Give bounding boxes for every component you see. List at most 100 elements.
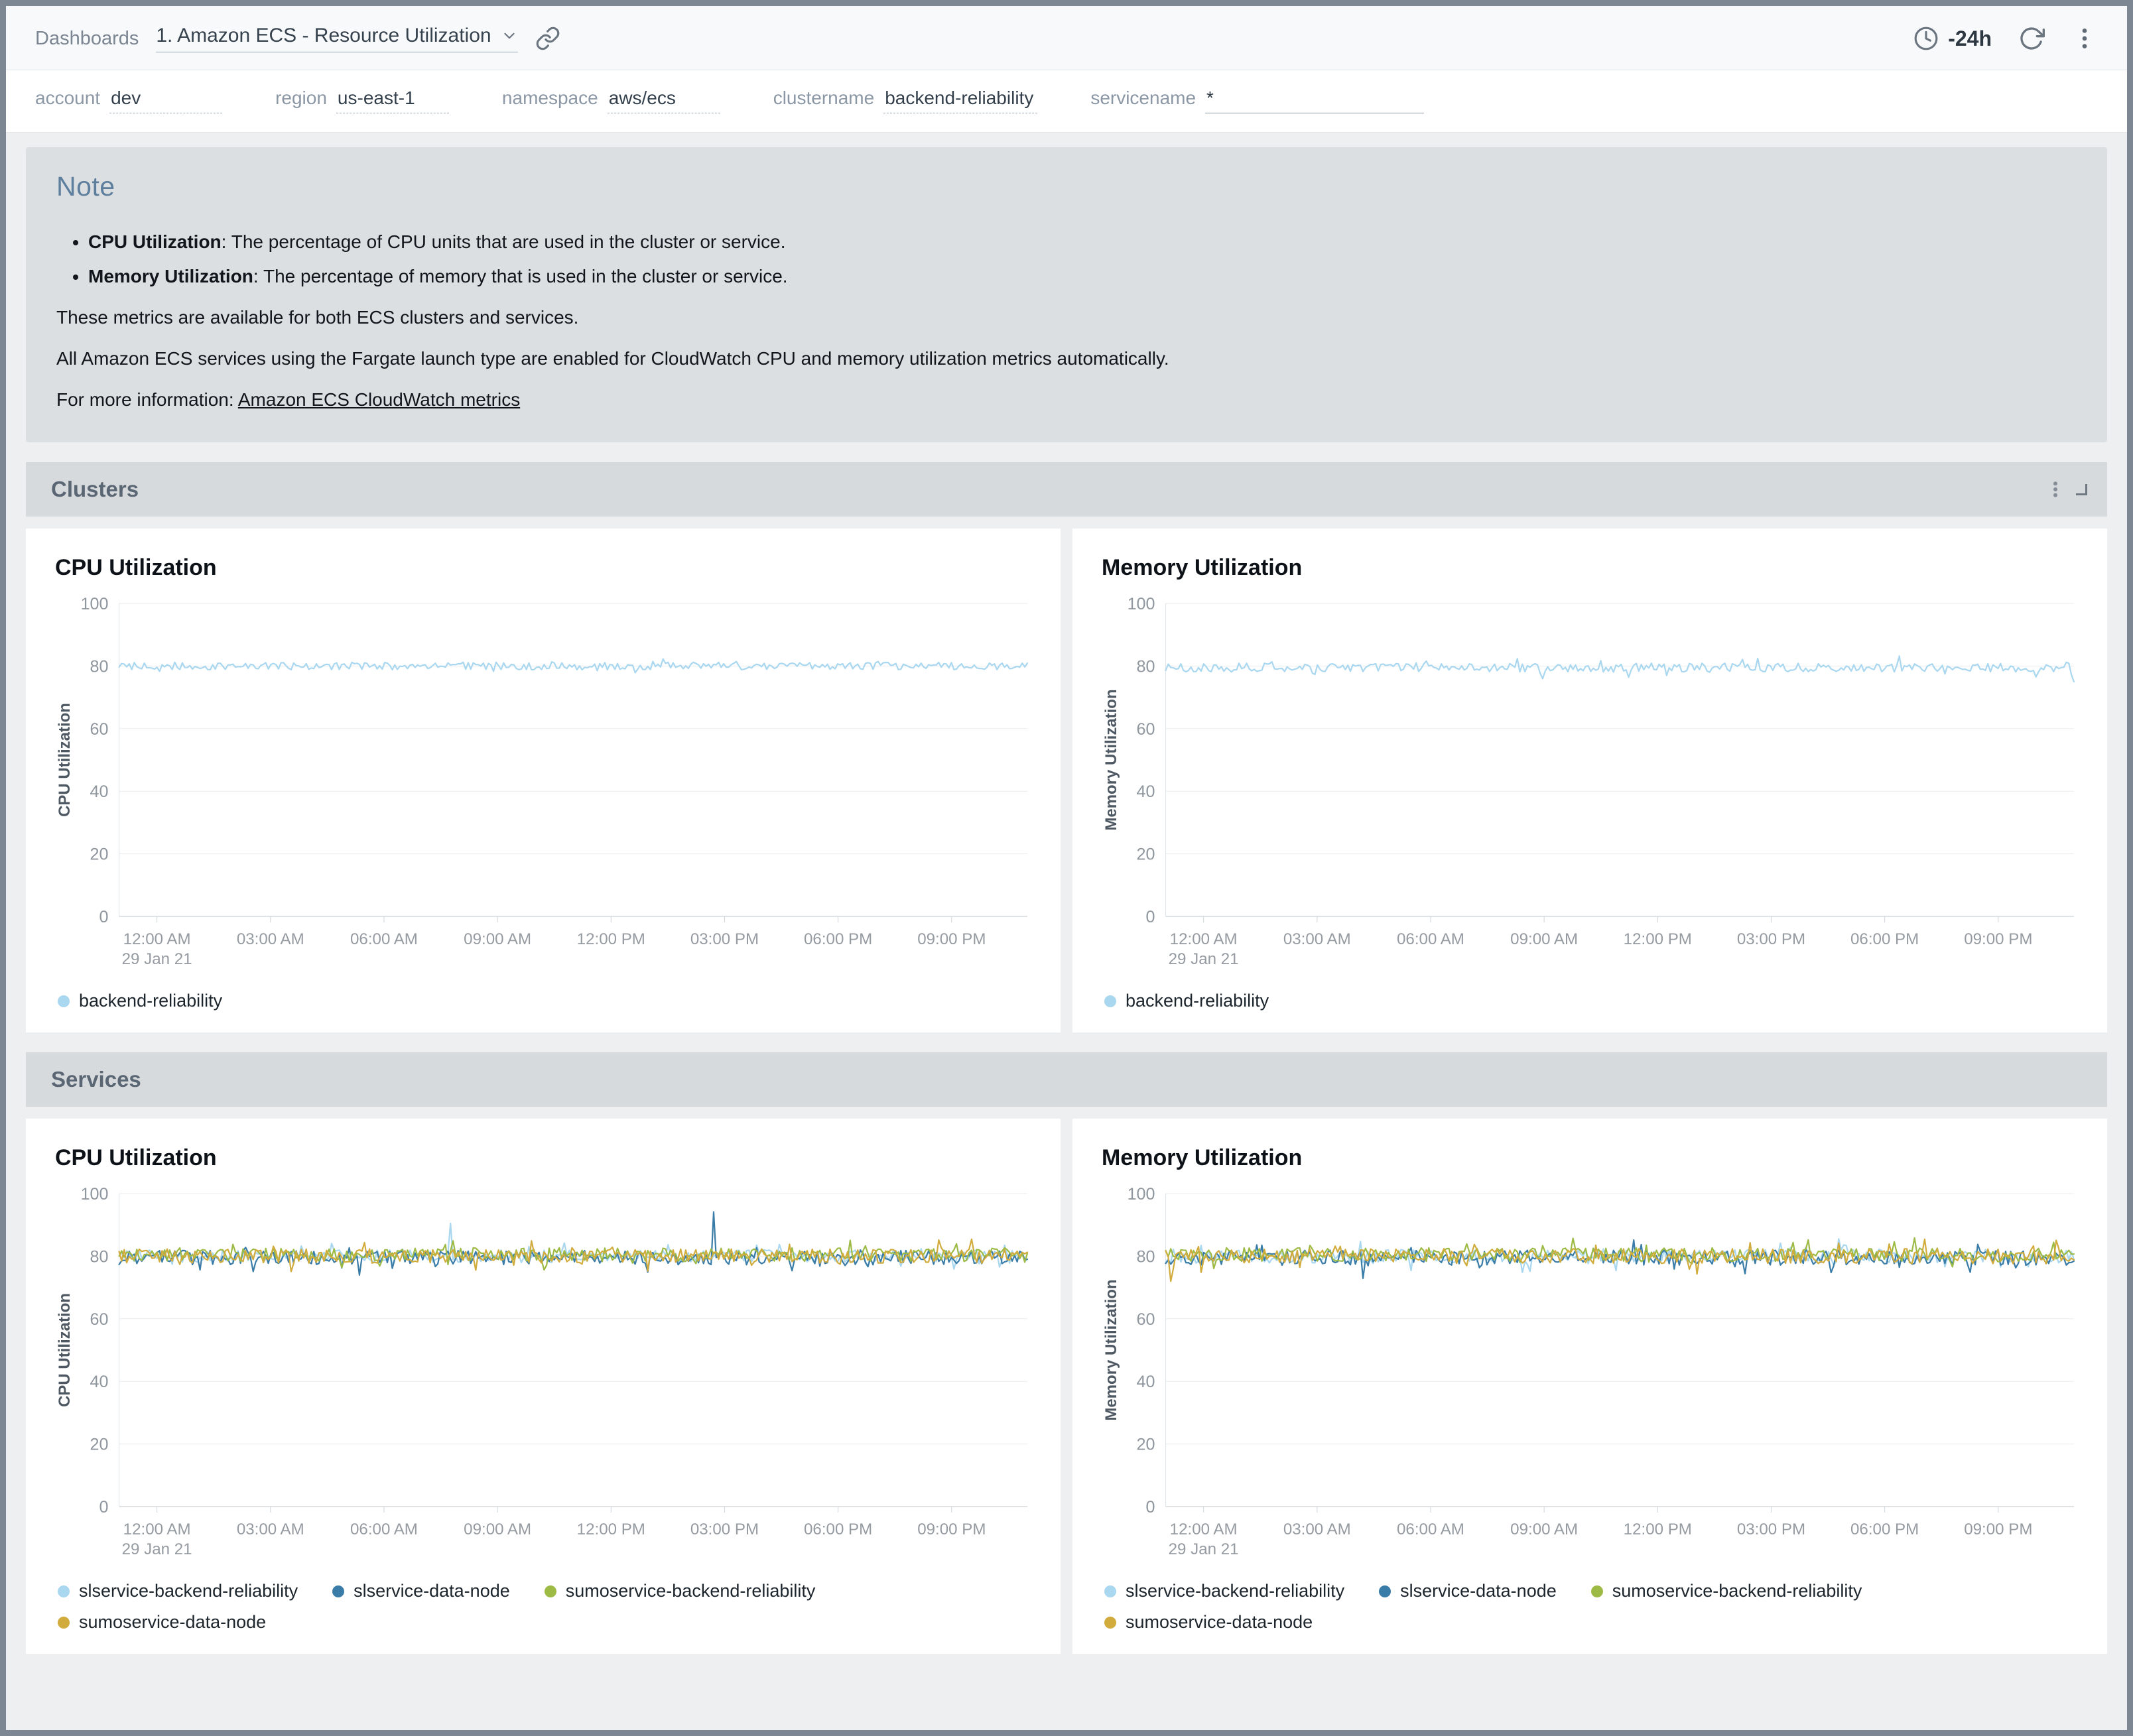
svg-text:09:00 AM: 09:00 AM [464, 1520, 531, 1538]
svg-text:29 Jan 21: 29 Jan 21 [1169, 1540, 1239, 1558]
link-icon[interactable] [535, 26, 560, 51]
filter-value-servicename[interactable]: * [1205, 88, 1424, 113]
kebab-icon[interactable] [2071, 25, 2098, 52]
clusters-cpu-chart[interactable]: 020406080100CPU Utilization12:00 AM29 Ja… [50, 593, 1037, 977]
svg-text:09:00 AM: 09:00 AM [1510, 1520, 1578, 1538]
chart-title: Memory Utilization [1102, 555, 2083, 581]
filter-label: servicename [1090, 88, 1196, 109]
services-memory-panel: Memory Utilization 020406080100Memory Ut… [1072, 1119, 2107, 1654]
legend-label: slservice-backend-reliability [1126, 1581, 1344, 1601]
svg-text:100: 100 [1128, 595, 1155, 613]
legend-swatch-icon [1104, 1585, 1116, 1597]
legend-item[interactable]: sumoservice-backend-reliability [1591, 1581, 1862, 1601]
legend-item[interactable]: backend-reliability [1104, 991, 1269, 1011]
legend-swatch-icon [1104, 1617, 1116, 1629]
note-bullet-text: : The percentage of memory that is used … [253, 266, 788, 286]
services-cpu-chart[interactable]: 020406080100CPU Utilization12:00 AM29 Ja… [50, 1183, 1037, 1568]
svg-text:12:00 PM: 12:00 PM [1624, 1520, 1692, 1538]
topbar: Dashboards 1. Amazon ECS - Resource Util… [6, 6, 2127, 70]
svg-text:06:00 PM: 06:00 PM [804, 930, 872, 948]
note-bullet-text: : The percentage of CPU units that are u… [222, 231, 786, 252]
legend-item[interactable]: slservice-backend-reliability [58, 1581, 298, 1601]
filter-bar: account dev region us-east-1 namespace a… [6, 70, 2127, 133]
legend-item[interactable]: sumoservice-data-node [58, 1612, 266, 1633]
svg-text:06:00 AM: 06:00 AM [1397, 930, 1464, 948]
legend-item[interactable]: slservice-data-node [332, 1581, 510, 1601]
note-title: Note [56, 171, 2077, 202]
legend-label: backend-reliability [1126, 991, 1269, 1011]
legend-label: sumoservice-data-node [79, 1612, 266, 1633]
svg-text:03:00 PM: 03:00 PM [690, 1520, 759, 1538]
legend-swatch-icon [58, 995, 70, 1007]
clock-icon [1913, 26, 1939, 51]
filter-namespace: namespace aws/ecs [502, 88, 720, 113]
note-paragraph: All Amazon ECS services using the Fargat… [56, 348, 2077, 369]
legend-item[interactable]: slservice-data-node [1379, 1581, 1557, 1601]
filter-value-clustername[interactable]: backend-reliability [883, 88, 1037, 113]
refresh-icon[interactable] [2018, 25, 2045, 52]
svg-text:29 Jan 21: 29 Jan 21 [122, 950, 192, 968]
legend-swatch-icon [1591, 1585, 1603, 1597]
svg-text:09:00 PM: 09:00 PM [1964, 1520, 2032, 1538]
legend-item[interactable]: backend-reliability [58, 991, 222, 1011]
svg-text:CPU Utilization: CPU Utilization [56, 1293, 74, 1407]
legend-label: slservice-data-node [1400, 1581, 1557, 1601]
svg-text:60: 60 [90, 720, 109, 739]
svg-text:100: 100 [81, 1185, 109, 1204]
section-header-clusters: Clusters [26, 462, 2107, 517]
section-title: Clusters [51, 477, 139, 502]
svg-text:29 Jan 21: 29 Jan 21 [122, 1540, 192, 1558]
svg-text:03:00 AM: 03:00 AM [1283, 1520, 1351, 1538]
filter-region: region us-east-1 [275, 88, 449, 113]
svg-text:03:00 AM: 03:00 AM [237, 1520, 304, 1538]
svg-text:0: 0 [99, 908, 109, 926]
filter-value-namespace[interactable]: aws/ecs [608, 88, 720, 113]
svg-text:12:00 AM: 12:00 AM [1170, 1520, 1238, 1538]
svg-text:80: 80 [1137, 1247, 1155, 1266]
svg-text:80: 80 [90, 657, 109, 676]
legend-item[interactable]: sumoservice-backend-reliability [545, 1581, 816, 1601]
svg-text:40: 40 [1137, 782, 1155, 801]
breadcrumb: Dashboards [35, 28, 139, 50]
topbar-left: Dashboards 1. Amazon ECS - Resource Util… [35, 25, 560, 52]
svg-text:100: 100 [81, 595, 109, 613]
time-range-control[interactable]: -24h [1913, 26, 1992, 51]
services-memory-chart[interactable]: 020406080100Memory Utilization12:00 AM29… [1096, 1183, 2083, 1568]
svg-text:Memory Utilization: Memory Utilization [1102, 1279, 1120, 1420]
filter-label: region [275, 88, 327, 109]
dashboard-title-dropdown[interactable]: 1. Amazon ECS - Resource Utilization [156, 25, 517, 52]
svg-text:40: 40 [1137, 1373, 1155, 1391]
filter-value-account[interactable]: dev [109, 88, 222, 113]
clusters-memory-panel: Memory Utilization 020406080100Memory Ut… [1072, 528, 2107, 1032]
chart-title: Memory Utilization [1102, 1145, 2083, 1171]
note-bullet-list: CPU Utilization: The percentage of CPU u… [88, 231, 2077, 287]
cloudwatch-metrics-link[interactable]: Amazon ECS CloudWatch metrics [238, 389, 520, 410]
svg-text:20: 20 [90, 845, 109, 864]
resize-corner-icon[interactable] [2076, 484, 2087, 495]
svg-text:0: 0 [1146, 1498, 1155, 1517]
filter-value-region[interactable]: us-east-1 [336, 88, 449, 113]
svg-text:06:00 AM: 06:00 AM [350, 1520, 418, 1538]
section-title: Services [51, 1067, 141, 1092]
panel-kebab-icon[interactable] [2045, 479, 2065, 499]
note-bullet-bold: Memory Utilization [88, 266, 253, 286]
svg-text:12:00 PM: 12:00 PM [577, 930, 645, 948]
svg-text:09:00 PM: 09:00 PM [917, 930, 986, 948]
svg-text:60: 60 [1137, 1310, 1155, 1329]
legend-label: slservice-backend-reliability [79, 1581, 298, 1601]
chevron-down-icon [501, 27, 518, 44]
svg-text:06:00 PM: 06:00 PM [1850, 1520, 1919, 1538]
note-more-info-prefix: For more information: [56, 389, 238, 410]
filter-label: namespace [502, 88, 598, 109]
legend-swatch-icon [58, 1617, 70, 1629]
legend-item[interactable]: sumoservice-data-node [1104, 1612, 1313, 1633]
note-more-info: For more information: Amazon ECS CloudWa… [56, 389, 2077, 410]
filter-clustername: clustername backend-reliability [773, 88, 1038, 113]
svg-text:06:00 PM: 06:00 PM [1850, 930, 1919, 948]
clusters-memory-chart[interactable]: 020406080100Memory Utilization12:00 AM29… [1096, 593, 2083, 977]
svg-text:12:00 PM: 12:00 PM [1624, 930, 1692, 948]
filter-servicename: servicename * [1090, 88, 1424, 113]
clusters-cpu-panel: CPU Utilization 020406080100CPU Utilizat… [26, 528, 1061, 1032]
svg-text:80: 80 [1137, 657, 1155, 676]
legend-item[interactable]: slservice-backend-reliability [1104, 1581, 1344, 1601]
